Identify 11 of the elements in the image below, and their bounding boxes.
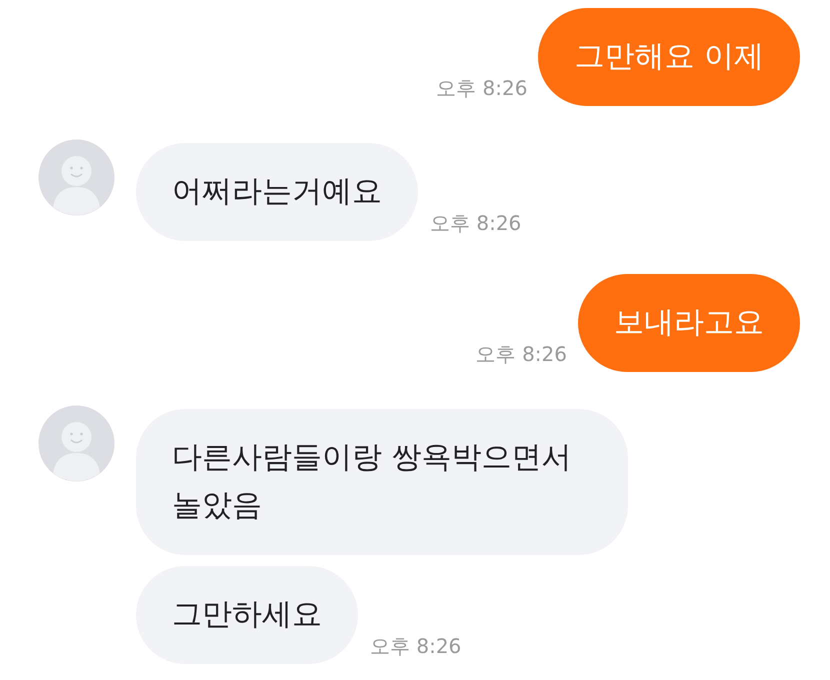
avatar-icon	[38, 139, 115, 216]
received-message-bubble: 다른사람들이랑 쌍욕박으면서 놀았음	[136, 409, 628, 555]
sent-message-bubble: 보내라고요	[578, 274, 800, 372]
message-time: 오후 8:26	[370, 633, 462, 660]
message-time: 오후 8:26	[476, 341, 567, 368]
avatar-icon	[38, 405, 115, 482]
received-message-bubble: 어쩌라는거예요	[136, 143, 418, 241]
message-time: 오후 8:26	[430, 210, 522, 237]
received-message-bubble: 그만하세요	[136, 566, 358, 664]
message-time: 오후 8:26	[436, 75, 528, 102]
sent-message-bubble: 그만해요 이제	[538, 8, 800, 106]
